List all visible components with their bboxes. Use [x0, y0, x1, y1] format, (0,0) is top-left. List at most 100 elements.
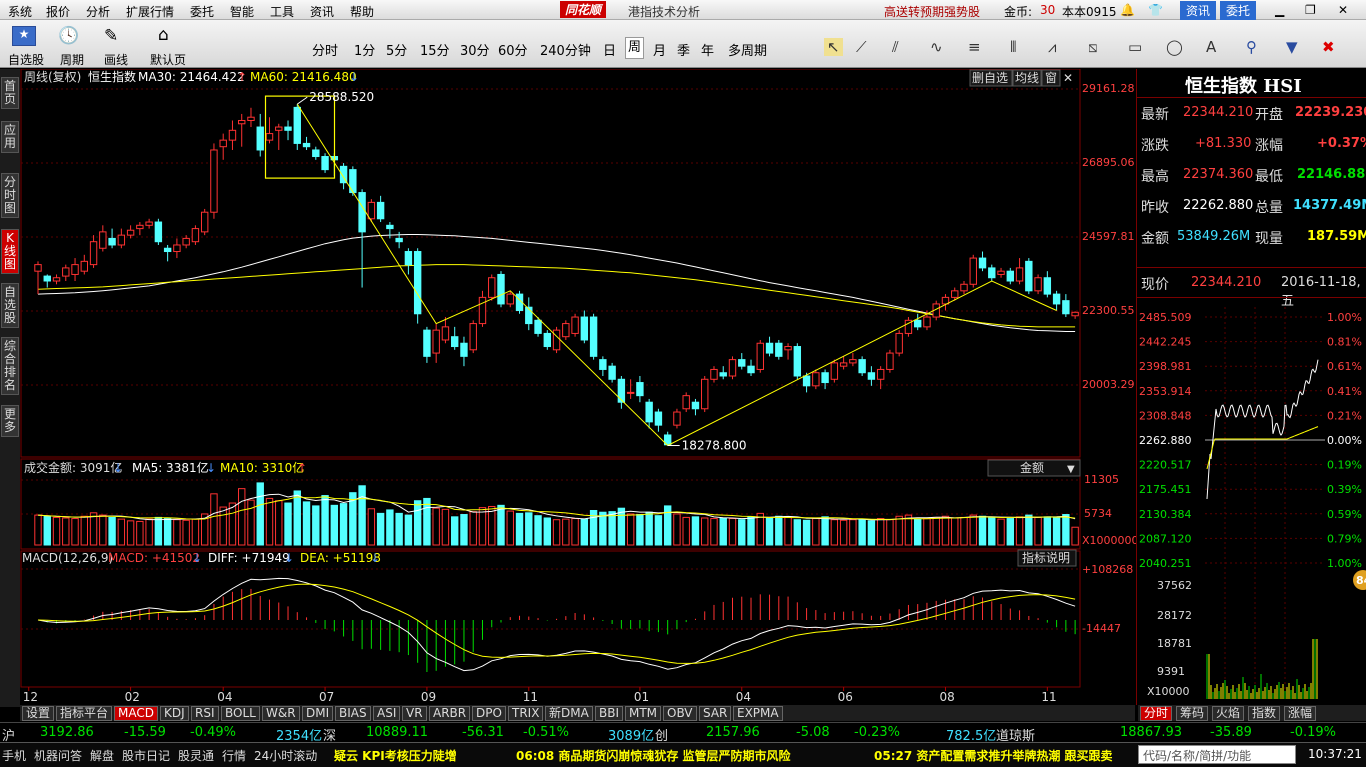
candle-up[interactable] [710, 368, 718, 380]
candle-up[interactable] [849, 359, 857, 364]
candle-down[interactable] [1043, 277, 1052, 295]
candle-down[interactable] [525, 306, 533, 325]
indicator-tab[interactable]: 指标平台 [56, 706, 113, 721]
candle-down[interactable] [163, 247, 172, 253]
indicator-tab[interactable]: TRIX [508, 706, 544, 721]
candle-up[interactable] [182, 237, 190, 246]
shirt-icon[interactable]: 👕 [1148, 3, 1163, 17]
candle-down[interactable] [988, 267, 996, 279]
menu-help[interactable]: 帮助 [350, 3, 374, 20]
period-240m[interactable]: 240分钟 [540, 40, 591, 59]
candle-up[interactable] [951, 290, 959, 298]
volume-bar[interactable] [145, 518, 153, 546]
volume-bar[interactable] [136, 520, 144, 546]
candle-up[interactable] [478, 296, 487, 325]
candle-up[interactable] [562, 323, 570, 338]
volume-bar[interactable] [802, 519, 811, 546]
candle-up[interactable] [1071, 311, 1079, 317]
candle-up[interactable] [136, 224, 144, 230]
volume-bar[interactable] [395, 512, 403, 546]
volume-bar[interactable] [951, 517, 959, 546]
indicator-tab[interactable]: ASI [373, 706, 401, 721]
candle-up[interactable] [571, 316, 579, 334]
volume-bar[interactable] [367, 508, 376, 546]
candle-down[interactable] [775, 342, 783, 357]
period-30m[interactable]: 30分 [460, 40, 490, 59]
indicator-tab[interactable]: MTM [625, 706, 662, 721]
volume-bar[interactable] [339, 503, 348, 546]
volume-bar[interactable] [1034, 516, 1042, 546]
candle-down[interactable] [321, 156, 329, 171]
volume-bar[interactable] [126, 520, 135, 546]
menu-trade[interactable]: 委托 [190, 3, 214, 20]
candle-up[interactable] [62, 267, 70, 277]
volume-bar[interactable] [645, 511, 653, 546]
candle-down[interactable] [858, 359, 866, 374]
indicator-tab[interactable]: BBI [595, 706, 624, 721]
candle-down[interactable] [1062, 300, 1070, 315]
volume-bar[interactable] [895, 515, 903, 546]
candle-down[interactable] [645, 401, 653, 423]
volume-bar[interactable] [469, 511, 477, 546]
candle-up[interactable] [626, 391, 635, 394]
indicator-tab[interactable]: 新DMA [545, 706, 593, 721]
candle-up[interactable] [682, 395, 690, 410]
candle-up[interactable] [228, 129, 237, 141]
bell-icon[interactable]: 🔔 [1120, 3, 1135, 17]
volume-bar[interactable] [108, 516, 116, 546]
rect-tool-icon[interactable]: ▭ [1128, 38, 1142, 56]
right-panel-tab[interactable]: 分时 [1140, 706, 1173, 721]
volume-bar[interactable] [71, 518, 79, 546]
volume-bar[interactable] [284, 502, 292, 546]
tab-kline[interactable]: K线图 [1, 229, 19, 274]
volume-bar[interactable] [413, 500, 422, 546]
indicator-tab[interactable]: KDJ [160, 706, 189, 721]
home-icon[interactable]: ⌂ [158, 25, 169, 45]
candle-up[interactable] [886, 352, 894, 370]
indicator-tab[interactable]: DMI [302, 706, 334, 721]
candle-up[interactable] [219, 139, 227, 148]
gann-tool-icon[interactable]: ⦀ [1010, 38, 1017, 56]
period-60m[interactable]: 60分 [498, 40, 528, 59]
candle-up[interactable] [552, 329, 561, 351]
period-15m[interactable]: 15分 [420, 40, 450, 59]
indicator-tab[interactable]: DPO [472, 706, 506, 721]
volume-bar[interactable] [858, 518, 866, 546]
intraday-chart[interactable]: 2485.509 1.00% 2442.245 0.81% 2398.981 0.61% 2… [1137, 299, 1366, 705]
candle-up[interactable] [960, 283, 968, 292]
candle-up[interactable] [923, 316, 931, 328]
ellipse-tool-icon[interactable]: ◯ [1166, 38, 1183, 56]
candle-up[interactable] [238, 119, 246, 125]
candle-down[interactable] [599, 359, 607, 370]
minimize-icon[interactable]: ▁ [1275, 3, 1284, 17]
candle-up[interactable] [191, 228, 200, 243]
volume-bar[interactable] [228, 502, 237, 546]
save-tool-icon[interactable]: ⚲ [1246, 38, 1257, 56]
candle-up[interactable] [812, 372, 820, 387]
candle-up[interactable] [71, 264, 79, 275]
volume-bar[interactable] [914, 518, 922, 546]
candle-up[interactable] [200, 211, 209, 233]
menu-system[interactable]: 系统 [8, 3, 32, 20]
news-scroll-2[interactable]: 06:08 商品期货闪崩惊魂犹存 监管层严防期市风险 [516, 747, 791, 764]
candle-down[interactable] [395, 237, 403, 243]
fib-tool-icon[interactable]: ≡ [968, 38, 981, 56]
indicator-tab[interactable]: BOLL [221, 706, 260, 721]
candle-up[interactable] [247, 116, 255, 121]
volume-bar[interactable] [376, 512, 385, 546]
volume-bar[interactable] [830, 519, 839, 546]
candle-down[interactable] [451, 336, 459, 348]
candle-down[interactable] [423, 329, 431, 357]
news-scroll-3[interactable]: 05:27 资产配置需求推升举牌热潮 跟买跟卖 [874, 747, 1136, 764]
candle-down[interactable] [738, 359, 746, 367]
candle-up[interactable] [52, 277, 61, 282]
ray-tool-icon[interactable]: ⫽ [892, 38, 899, 56]
candle-up[interactable] [1034, 277, 1042, 292]
candle-up[interactable] [895, 332, 903, 354]
autopick-button[interactable]: 自选股 [8, 51, 44, 68]
tab-home[interactable]: 首页 [1, 77, 19, 109]
volume-bar[interactable] [654, 515, 663, 546]
news-scroll-1[interactable]: 疑云 KPI考核压力陡增 [334, 747, 457, 764]
volume-bar[interactable] [404, 514, 413, 546]
status-robot-qa[interactable]: 机器问答 [34, 747, 82, 764]
